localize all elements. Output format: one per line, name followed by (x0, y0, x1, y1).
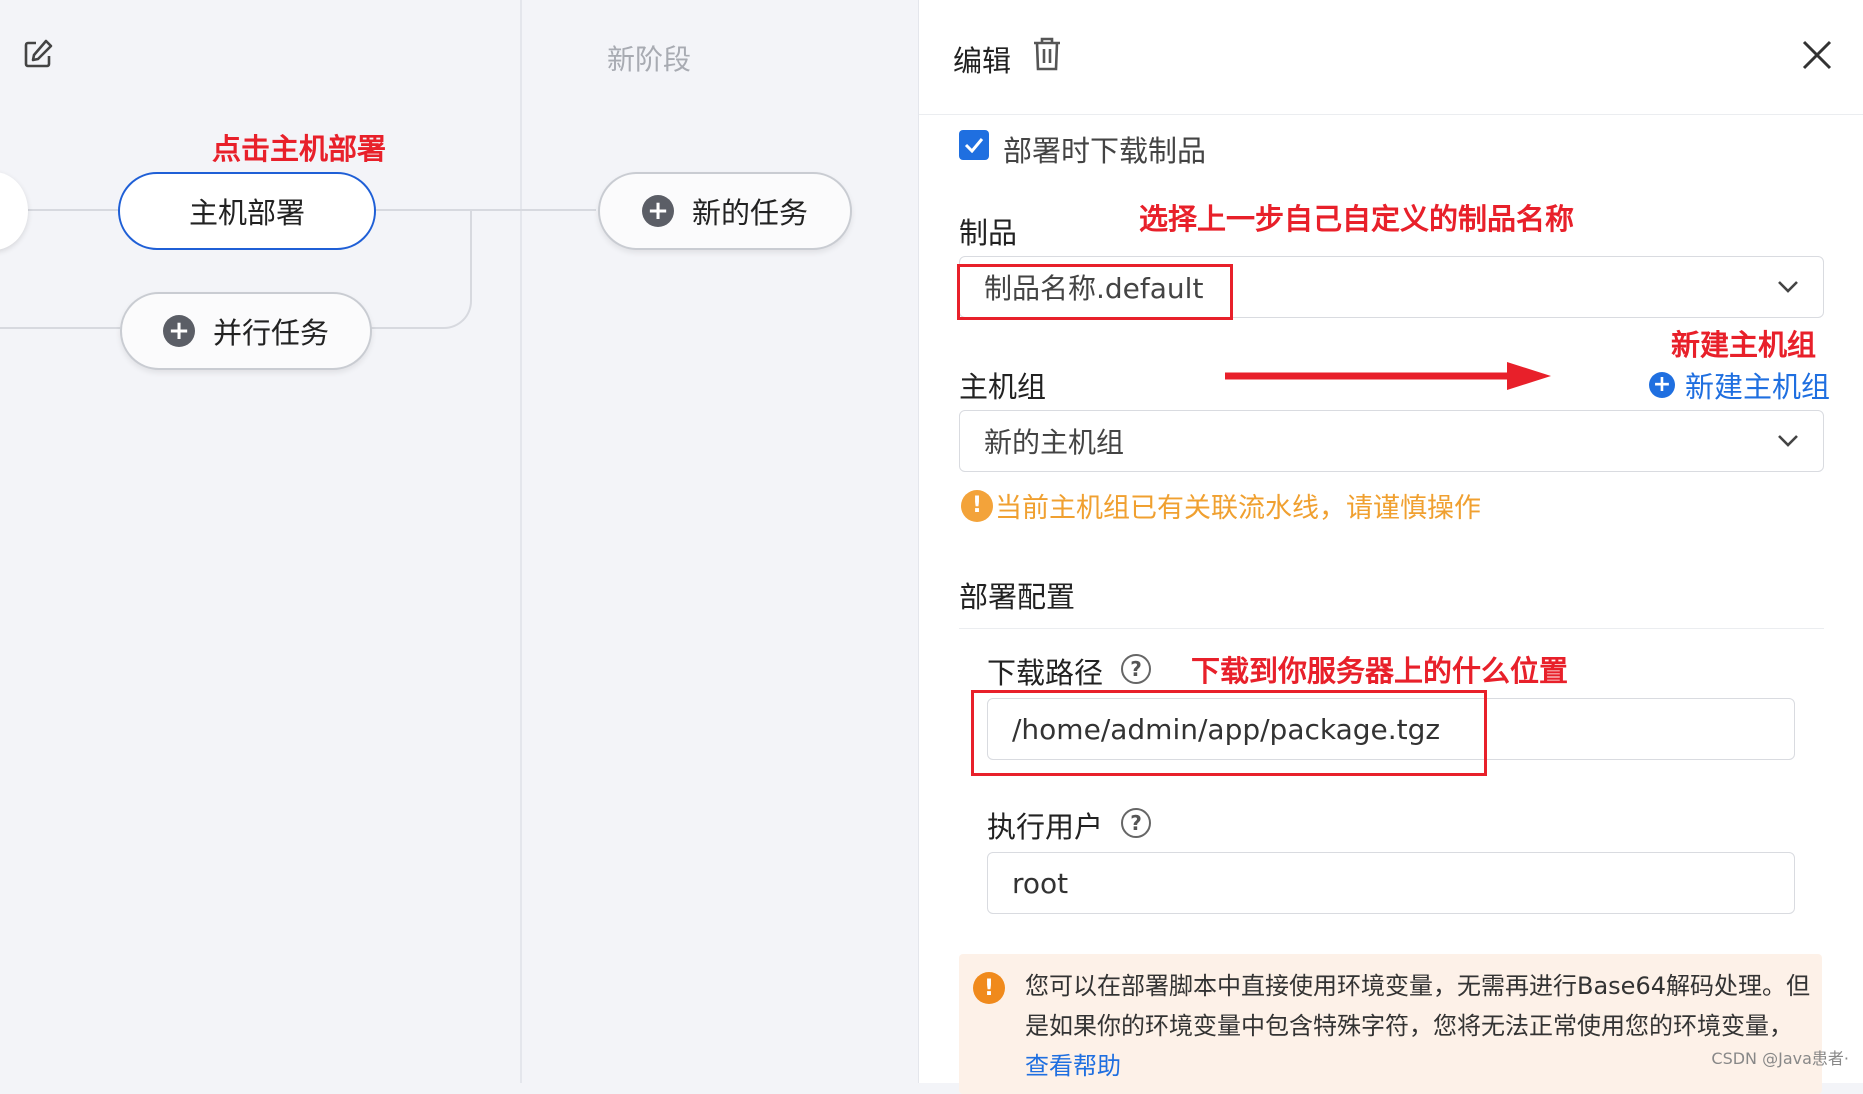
download-path-label: 下载路径 (987, 656, 1104, 690)
exec-user-input[interactable]: root (987, 852, 1795, 914)
annotation-click-host-deploy: 点击主机部署 (212, 132, 387, 166)
connector-line (370, 327, 390, 329)
notice-help-link[interactable]: 查看帮助 (1025, 1052, 1121, 1080)
notice-text: 您可以在部署脚本中直接使用环境变量，无需再进行Base64解码处理。但是如果你的… (1025, 966, 1815, 1086)
annotation-download-path: 下载到你服务器上的什么位置 (1191, 654, 1569, 688)
stage-divider (520, 0, 522, 1083)
close-icon[interactable] (1800, 38, 1834, 72)
node-host-deploy-label: 主机部署 (188, 196, 305, 230)
check-icon (964, 138, 984, 153)
pipeline-canvas: 新阶段 主机部署 + 并行任务 + 新的任务 点击主机部署 (0, 0, 918, 1083)
previous-node[interactable] (0, 172, 28, 250)
help-icon[interactable]: ? (1121, 808, 1151, 838)
download-artifact-label: 部署时下载制品 (1003, 134, 1207, 168)
node-new-task[interactable]: + 新的任务 (598, 172, 852, 250)
node-parallel-task-label: 并行任务 (212, 316, 329, 350)
hostgroup-label: 主机组 (959, 370, 1047, 404)
exec-user-label: 执行用户 (987, 810, 1104, 844)
warning-icon: ! (973, 972, 1005, 1004)
download-artifact-checkbox[interactable] (959, 130, 989, 160)
edit-panel: 编辑 部署时下载制品 制品 选择上一步自己自定义的制品名称 制品名称.defau… (918, 0, 1863, 1094)
new-hostgroup-link[interactable]: + 新建主机组 (1649, 364, 1830, 406)
watermark: CSDN @Java患者· (1711, 1049, 1849, 1068)
connector-line (28, 209, 120, 211)
panel-title: 编辑 (953, 44, 1012, 78)
notice-body: 您可以在部署脚本中直接使用环境变量，无需再进行Base64解码处理。但是如果你的… (1025, 972, 1810, 1040)
node-new-task-label: 新的任务 (691, 196, 808, 230)
chevron-down-icon (1778, 435, 1798, 447)
edit-icon[interactable] (22, 38, 54, 70)
node-parallel-task[interactable]: + 并行任务 (120, 292, 372, 370)
warning-icon: ! (961, 489, 993, 522)
panel-header: 编辑 (919, 0, 1863, 115)
chevron-down-icon (1778, 281, 1798, 293)
plus-icon: + (641, 195, 674, 227)
hostgroup-warning-text: 当前主机组已有关联流水线，请谨慎操作 (995, 493, 1481, 524)
env-var-notice: ! 您可以在部署脚本中直接使用环境变量，无需再进行Base64解码处理。但是如果… (959, 954, 1822, 1094)
hostgroup-warning: ! 当前主机组已有关联流水线，请谨慎操作 (961, 486, 1481, 525)
annotation-arrow (1225, 362, 1551, 390)
artifact-label: 制品 (959, 216, 1018, 250)
annotation-box-artifact (957, 264, 1233, 320)
annotation-new-hostgroup: 新建主机组 (1671, 328, 1817, 362)
annotation-box-download-path (971, 690, 1487, 776)
exec-user-value: root (1012, 866, 1069, 900)
connector-line (0, 327, 120, 329)
section-divider (959, 628, 1824, 629)
help-icon[interactable]: ? (1121, 654, 1151, 684)
node-host-deploy[interactable]: 主机部署 (118, 172, 376, 250)
new-hostgroup-label: 新建主机组 (1685, 370, 1831, 404)
plus-icon: + (1649, 372, 1675, 398)
plus-icon: + (162, 315, 195, 347)
hostgroup-select[interactable]: 新的主机组 (959, 410, 1824, 472)
hostgroup-select-value: 新的主机组 (984, 426, 1125, 459)
annotation-select-artifact: 选择上一步自己自定义的制品名称 (1139, 202, 1575, 236)
trash-icon[interactable] (1031, 36, 1063, 72)
stage-title[interactable]: 新阶段 (607, 38, 691, 78)
deploy-config-label: 部署配置 (959, 580, 1076, 614)
